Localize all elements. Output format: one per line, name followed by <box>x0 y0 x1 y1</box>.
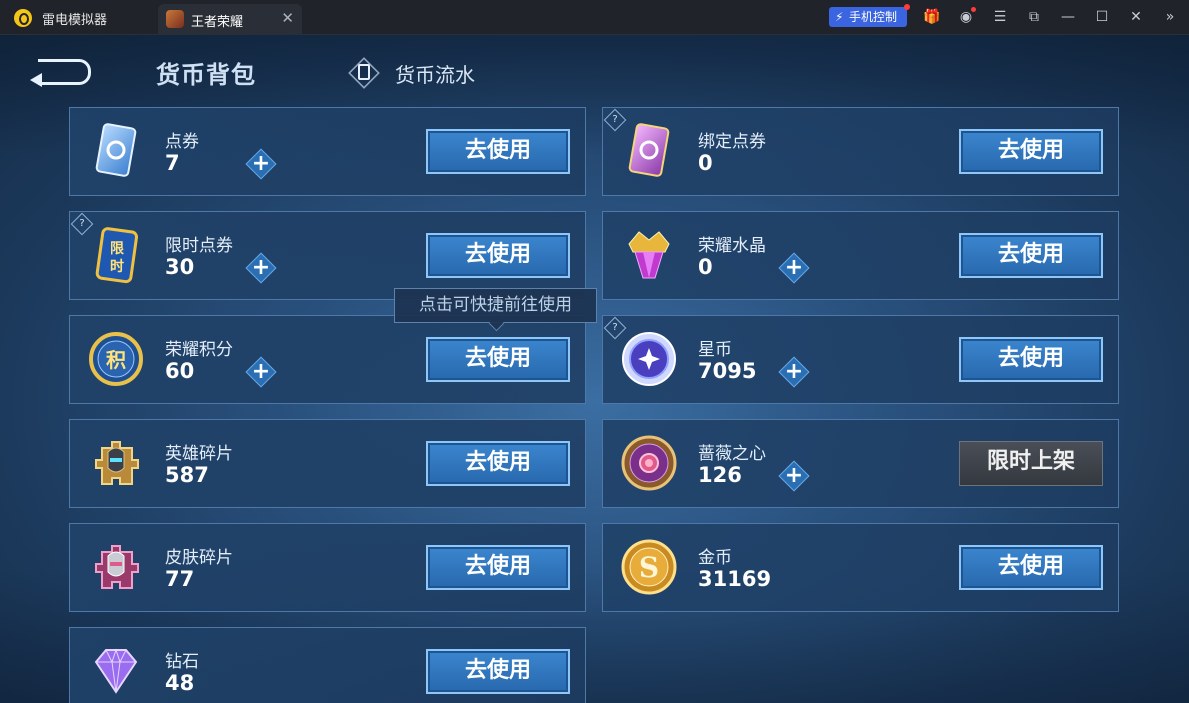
gift-icon[interactable]: 🎁 <box>922 7 942 27</box>
currency-value: 30 <box>165 255 195 279</box>
currency-value: 0 <box>698 151 713 175</box>
currency-value: 7095 <box>698 359 757 383</box>
currency-name: 皮肤碎片 <box>165 548 233 568</box>
use-button[interactable]: 去使用 <box>959 129 1103 174</box>
currency-value: 48 <box>165 671 195 695</box>
use-button[interactable]: 去使用 <box>426 129 570 174</box>
currency-name: 限时点券 <box>165 236 233 256</box>
currency-value: 126 <box>698 463 742 487</box>
currency-card: 积 荣耀积分 60 + 去使用 <box>69 315 586 404</box>
flow-tab-label: 货币流水 <box>395 63 475 87</box>
use-button[interactable]: 去使用 <box>426 649 570 694</box>
restore-icon[interactable]: ⧉ <box>1024 7 1044 27</box>
phone-control-button[interactable]: ⚡ 手机控制 <box>829 4 910 27</box>
currency-name: 英雄碎片 <box>165 444 233 464</box>
game-screen: 货币背包 货币流水 点券 7 + 去使用 ? 绑定点券 0 去使用 ? 限 时 … <box>0 35 1189 703</box>
add-icon[interactable]: + <box>247 358 275 386</box>
currency-card: ? 绑定点券 0 去使用 <box>602 107 1119 196</box>
tab-game[interactable]: 王者荣耀 ✕ <box>158 4 302 35</box>
currency-value: 77 <box>165 567 195 591</box>
svg-text:限: 限 <box>110 241 124 257</box>
limited-ticket-icon: 限 时 <box>95 227 139 284</box>
currency-name: 荣耀积分 <box>165 340 233 360</box>
emulator-titlebar: 雷电模拟器 王者荣耀 ✕ ⚡ 手机控制 🎁 ◉ ☰ ⧉ — ☐ ✕ » <box>0 0 1189 35</box>
use-button[interactable]: 去使用 <box>959 233 1103 278</box>
add-icon[interactable]: + <box>780 254 808 282</box>
currency-name: 蔷薇之心 <box>698 444 766 464</box>
use-button[interactable]: 去使用 <box>959 337 1103 382</box>
currency-value: 587 <box>165 463 209 487</box>
currency-value: 60 <box>165 359 195 383</box>
currency-card: ? 星币 7095 + 去使用 <box>602 315 1119 404</box>
notification-dot <box>904 4 910 10</box>
rose-heart-icon <box>621 435 677 491</box>
currency-card: ? 限 时 限时点券 30 + 去使用 <box>69 211 586 300</box>
add-icon[interactable]: + <box>247 254 275 282</box>
close-icon[interactable]: ✕ <box>1126 7 1146 27</box>
use-button[interactable]: 去使用 <box>426 337 570 382</box>
currency-name: 绑定点券 <box>698 132 766 152</box>
currency-value: 31169 <box>698 567 772 591</box>
currency-card: 蔷薇之心 126 + 限时上架 <box>602 419 1119 508</box>
currency-name: 点券 <box>165 132 199 152</box>
currency-name: 金币 <box>698 548 732 568</box>
currency-card: 钻石 48 去使用 <box>69 627 586 703</box>
page-title: 货币背包 <box>156 61 256 89</box>
expand-icon[interactable]: » <box>1160 7 1180 27</box>
add-icon[interactable]: + <box>780 462 808 490</box>
glory-crystal-icon <box>628 231 670 279</box>
currency-value: 0 <box>698 255 713 279</box>
app-name: 雷电模拟器 <box>42 13 108 28</box>
ticket-card-icon <box>95 123 137 177</box>
currency-card: 皮肤碎片 77 去使用 <box>69 523 586 612</box>
currency-name: 钻石 <box>165 652 199 672</box>
gold-coin-icon: S <box>621 539 677 595</box>
user-icon[interactable]: ◉ <box>956 7 976 27</box>
diamond-icon <box>94 648 138 694</box>
star-coin-icon <box>622 332 676 386</box>
quick-use-tooltip: 点击可快捷前往使用 <box>394 288 597 323</box>
currency-card: S 金币 31169 去使用 <box>602 523 1119 612</box>
add-icon[interactable]: + <box>780 358 808 386</box>
use-button[interactable]: 去使用 <box>426 233 570 278</box>
card-outline-icon <box>358 64 370 80</box>
currency-name: 荣耀水晶 <box>698 236 766 256</box>
use-button[interactable]: 去使用 <box>959 545 1103 590</box>
use-button[interactable]: 去使用 <box>426 545 570 590</box>
minimize-icon[interactable]: — <box>1058 7 1078 27</box>
glory-points-icon: 积 <box>89 332 143 386</box>
limited-listing-button[interactable]: 限时上架 <box>959 441 1103 486</box>
currency-card: 荣耀水晶 0 + 去使用 <box>602 211 1119 300</box>
menu-icon[interactable]: ☰ <box>990 7 1010 27</box>
skin-fragment-icon <box>95 545 139 589</box>
bolt-icon: ⚡ <box>835 10 844 24</box>
use-button[interactable]: 去使用 <box>426 441 570 486</box>
emulator-logo-icon <box>14 9 32 27</box>
currency-name: 星币 <box>698 340 732 360</box>
currency-card: 英雄碎片 587 去使用 <box>69 419 586 508</box>
tab-label: 王者荣耀 <box>191 15 244 30</box>
back-icon[interactable] <box>30 55 92 87</box>
maximize-icon[interactable]: ☐ <box>1092 7 1112 27</box>
svg-text:S: S <box>639 551 659 584</box>
bound-ticket-card-icon <box>628 123 670 177</box>
hero-fragment-icon <box>95 441 139 485</box>
currency-card: 点券 7 + 去使用 <box>69 107 586 196</box>
currency-value: 7 <box>165 151 180 175</box>
svg-text:积: 积 <box>106 348 126 372</box>
add-icon[interactable]: + <box>247 150 275 178</box>
tab-close-icon[interactable]: ✕ <box>281 9 294 27</box>
phone-control-label: 手机控制 <box>849 10 898 24</box>
svg-text:时: 时 <box>110 258 124 275</box>
game-icon <box>166 10 184 28</box>
